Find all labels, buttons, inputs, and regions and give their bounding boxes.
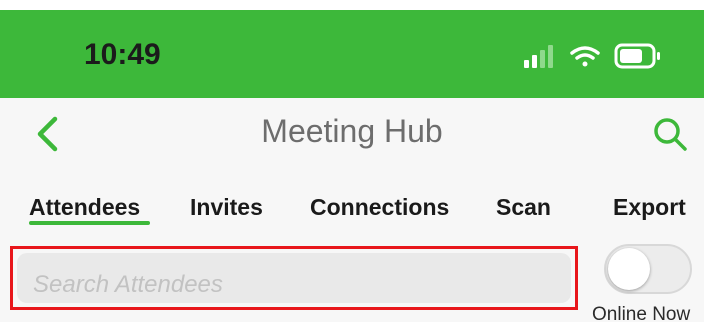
signal-icon <box>524 45 553 68</box>
status-icons <box>524 43 660 69</box>
app-screen: 10:49 Meeting Hub Attendees Invites Conn… <box>0 0 704 322</box>
online-now-toggle[interactable] <box>604 244 692 294</box>
tab-invites[interactable]: Invites <box>190 194 263 221</box>
page-title: Meeting Hub <box>261 113 443 149</box>
search-attendees-input[interactable] <box>17 253 571 303</box>
search-highlight-box <box>10 246 578 310</box>
battery-icon <box>614 43 660 69</box>
tab-scan[interactable]: Scan <box>496 194 551 221</box>
status-bar: 10:49 <box>0 10 704 98</box>
active-tab-indicator <box>29 221 150 225</box>
tab-bar: Attendees Invites Connections Scan Expor… <box>0 176 704 236</box>
tab-attendees[interactable]: Attendees <box>29 194 140 221</box>
status-time: 10:49 <box>84 38 161 71</box>
nav-bar: Meeting Hub <box>0 98 704 176</box>
filter-row: Online Now <box>0 236 704 322</box>
tab-export[interactable]: Export <box>613 194 686 221</box>
search-button[interactable] <box>648 112 692 156</box>
tab-connections[interactable]: Connections <box>310 194 449 221</box>
toggle-knob <box>608 248 650 290</box>
search-icon <box>654 118 687 151</box>
wifi-icon <box>570 46 600 67</box>
online-now-label: Online Now <box>592 304 691 322</box>
